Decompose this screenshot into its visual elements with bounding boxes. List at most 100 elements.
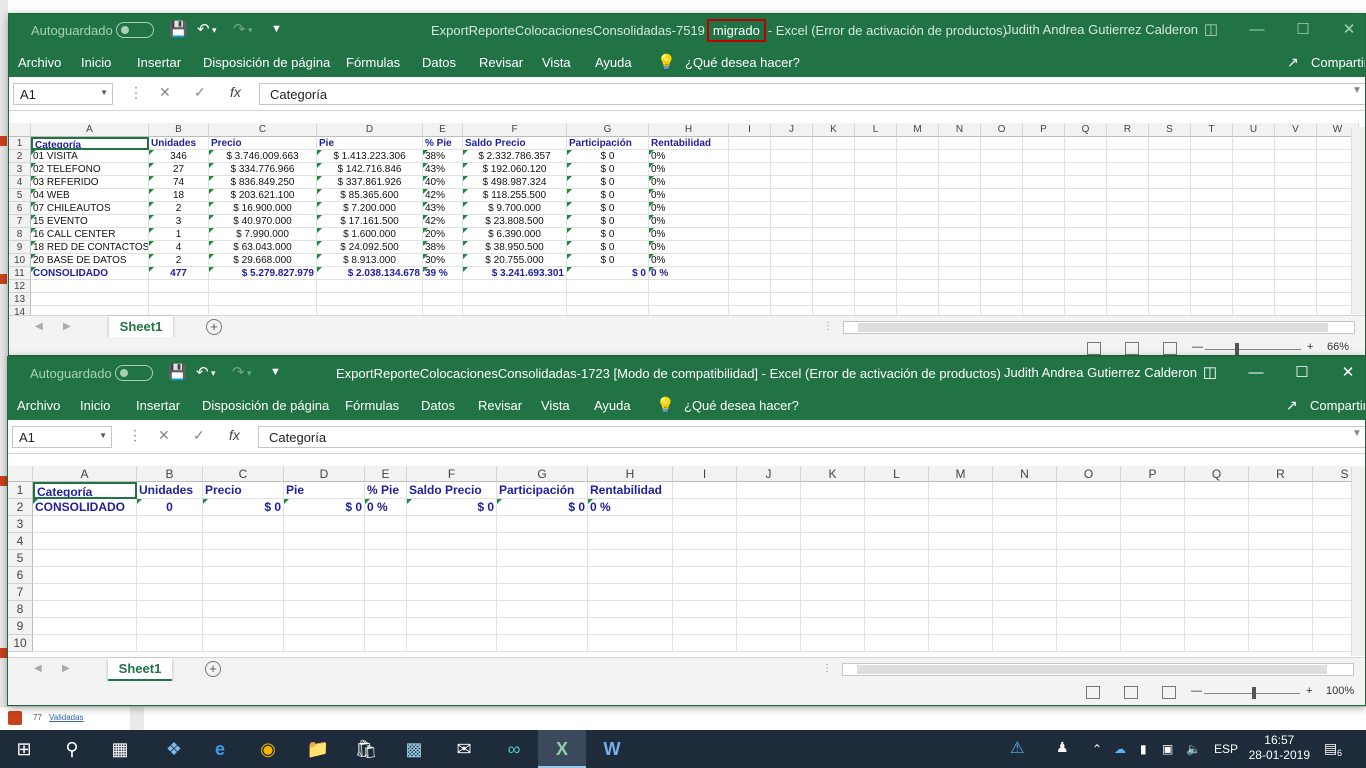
table-cell[interactable] (407, 567, 497, 584)
table-cell[interactable] (1107, 163, 1149, 176)
normal-view-icon[interactable] (1086, 686, 1100, 699)
table-cell[interactable] (865, 635, 929, 652)
table-cell[interactable] (209, 293, 317, 306)
expand-formula-icon[interactable]: ▼ (1352, 428, 1362, 439)
insert-function-icon[interactable]: fx (229, 427, 240, 443)
table-cell[interactable] (813, 176, 855, 189)
table-cell[interactable] (1275, 189, 1317, 202)
table-cell[interactable]: $ 0 (567, 215, 649, 228)
header-cell[interactable] (1023, 137, 1065, 150)
table-cell[interactable] (1233, 163, 1275, 176)
table-cell[interactable] (365, 533, 407, 550)
table-cell[interactable] (1107, 254, 1149, 267)
table-cell[interactable] (801, 567, 865, 584)
table-cell[interactable] (567, 293, 649, 306)
table-cell[interactable] (1233, 267, 1275, 280)
table-cell[interactable]: $ 3.241.693.301 (463, 267, 567, 280)
table-cell[interactable] (1191, 241, 1233, 254)
column-header-m[interactable]: M (929, 466, 993, 482)
column-header-h[interactable]: H (649, 123, 729, 137)
table-cell[interactable]: $ 20.755.000 (463, 254, 567, 267)
column-header-l[interactable]: L (855, 123, 897, 137)
table-cell[interactable] (897, 280, 939, 293)
table-cell[interactable] (855, 241, 897, 254)
table-cell[interactable] (865, 533, 929, 550)
table-cell[interactable] (1275, 293, 1317, 306)
table-cell[interactable]: 43% (423, 202, 463, 215)
table-cell[interactable] (1023, 150, 1065, 163)
table-cell[interactable] (33, 635, 137, 652)
table-cell[interactable] (737, 618, 801, 635)
table-cell[interactable]: 27 (149, 163, 209, 176)
table-cell[interactable] (407, 601, 497, 618)
table-cell[interactable] (588, 550, 673, 567)
table-cell[interactable]: 04 WEB (31, 189, 149, 202)
table-cell[interactable] (865, 618, 929, 635)
column-header-p[interactable]: P (1023, 123, 1065, 137)
user-name[interactable]: Judith Andrea Gutierrez Calderon (1004, 365, 1197, 380)
insert-function-icon[interactable]: fx (230, 84, 241, 100)
menu-vista[interactable]: Vista (542, 55, 571, 70)
table-cell[interactable] (137, 533, 203, 550)
table-cell[interactable]: $ 63.043.000 (209, 241, 317, 254)
chevron-up-icon[interactable]: ⌃ (1092, 742, 1102, 756)
table-cell[interactable] (588, 601, 673, 618)
header-cell[interactable]: Unidades (149, 137, 209, 150)
table-cell[interactable] (801, 533, 865, 550)
table-cell[interactable] (284, 635, 365, 652)
menu-inicio[interactable]: Inicio (81, 55, 111, 70)
table-cell[interactable] (203, 533, 284, 550)
table-cell[interactable]: 01 VISITA (31, 150, 149, 163)
column-header-p[interactable]: P (1121, 466, 1185, 482)
table-cell[interactable] (855, 267, 897, 280)
table-cell[interactable] (1185, 635, 1249, 652)
page-break-icon[interactable] (1163, 342, 1177, 355)
table-cell[interactable] (1065, 150, 1107, 163)
windows-start-icon[interactable]: ⊞ (0, 730, 48, 768)
table-cell[interactable] (771, 163, 813, 176)
header-cell[interactable] (939, 137, 981, 150)
table-cell[interactable] (1057, 618, 1121, 635)
table-cell[interactable] (993, 499, 1057, 516)
people-icon[interactable]: ♟ (1056, 739, 1069, 756)
table-cell[interactable] (813, 150, 855, 163)
header-cell[interactable] (897, 137, 939, 150)
row-header[interactable]: 9 (9, 241, 31, 254)
save-icon[interactable]: 💾 (168, 363, 187, 381)
share-button[interactable]: Compartir (1310, 398, 1365, 413)
table-cell[interactable]: $ 498.987.324 (463, 176, 567, 189)
table-cell[interactable] (673, 618, 737, 635)
table-cell[interactable] (897, 254, 939, 267)
header-cell[interactable] (865, 482, 929, 499)
table-cell[interactable] (203, 516, 284, 533)
table-cell[interactable] (939, 280, 981, 293)
ribbon-display-icon[interactable]: ◫ (1191, 18, 1231, 42)
table-cell[interactable] (1121, 635, 1185, 652)
table-cell[interactable] (1275, 254, 1317, 267)
column-header-i[interactable]: I (673, 466, 737, 482)
table-cell[interactable] (813, 267, 855, 280)
table-cell[interactable] (1023, 163, 1065, 176)
header-cell[interactable] (1185, 482, 1249, 499)
formula-input[interactable]: Categoría (259, 83, 1365, 105)
table-cell[interactable]: $ 118.255.500 (463, 189, 567, 202)
table-cell[interactable] (993, 516, 1057, 533)
column-header-r[interactable]: R (1107, 123, 1149, 137)
table-cell[interactable]: 38% (423, 150, 463, 163)
header-cell[interactable]: Rentabilidad (649, 137, 729, 150)
table-cell[interactable] (1149, 150, 1191, 163)
table-cell[interactable]: $ 5.279.827.979 (209, 267, 317, 280)
table-cell[interactable]: $ 16.900.000 (209, 202, 317, 215)
table-cell[interactable] (407, 635, 497, 652)
table-cell[interactable] (1233, 228, 1275, 241)
vertical-scrollbar[interactable] (1351, 467, 1365, 656)
table-cell[interactable] (929, 550, 993, 567)
header-cell[interactable] (1107, 137, 1149, 150)
clock[interactable]: 16:57 28-01-2019 (1249, 733, 1310, 763)
table-cell[interactable] (865, 567, 929, 584)
table-cell[interactable] (1023, 215, 1065, 228)
table-cell[interactable] (865, 516, 929, 533)
table-cell[interactable]: $ 23.808.500 (463, 215, 567, 228)
table-cell[interactable]: $ 836.849.250 (209, 176, 317, 189)
table-cell[interactable] (33, 601, 137, 618)
